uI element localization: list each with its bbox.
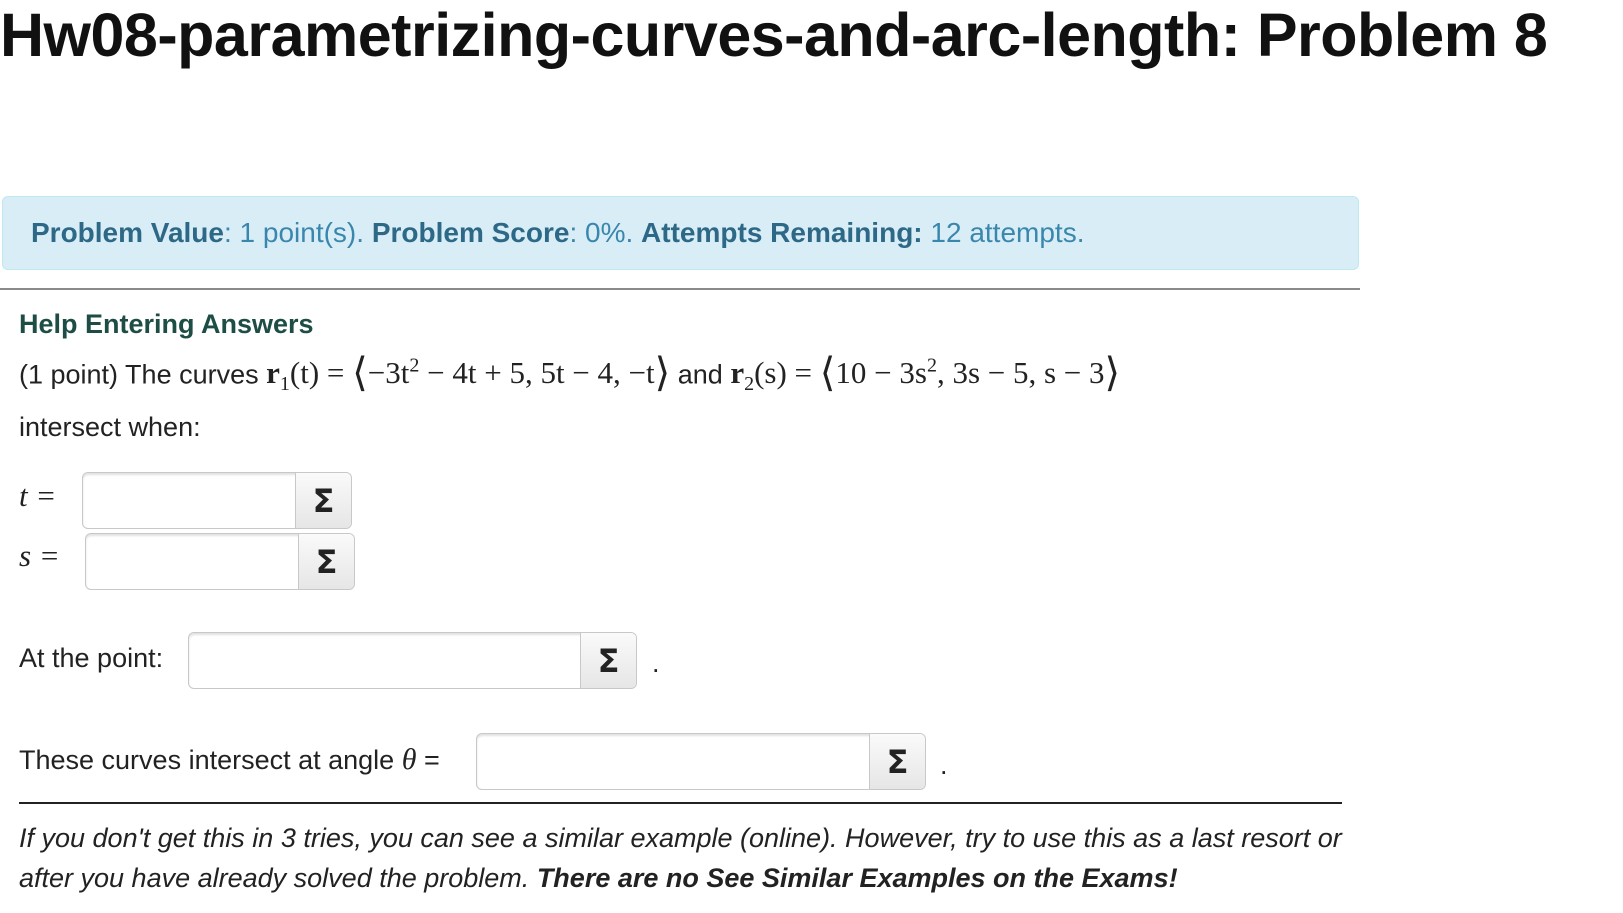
r2-right-angle: ⟩ (1104, 350, 1121, 396)
attempts-remaining-text: 12 attempts. (922, 217, 1085, 248)
angle-label: These curves intersect at angle θ = (19, 743, 440, 777)
r2-expression: r2(s) = ⟨10 − 3s2, 3s − 5, s − 3⟩ (730, 352, 1120, 396)
problem-page: Hw08-parametrizing-curves-and-arc-length… (0, 0, 1623, 913)
problem-score-text: : 0%. (569, 217, 642, 248)
r2-left-angle: ⟨ (819, 350, 836, 396)
problem-intro: (1 point) The curves (19, 359, 267, 390)
problem-status-alert: Problem Value: 1 point(s). Problem Score… (2, 196, 1359, 270)
r2-exponent: 2 (926, 355, 937, 377)
s-label: s = (19, 538, 60, 573)
t-label: t = (19, 478, 57, 513)
point-input[interactable] (189, 633, 580, 688)
point-period: . (652, 648, 660, 678)
angle-answer-box: Σ (476, 733, 926, 790)
s-input[interactable] (86, 534, 298, 589)
problem-value-text: : 1 point(s). (223, 217, 372, 248)
r1-name: r (266, 355, 280, 391)
r2-name: r (730, 355, 745, 391)
r1-exponent: 2 (409, 355, 420, 377)
r1-components-rest: − 4t + 5, 5t − 4, −t (419, 355, 655, 391)
attempts-remaining-label: Attempts Remaining: (641, 217, 923, 248)
angle-input[interactable] (477, 734, 869, 789)
t-input[interactable] (83, 473, 295, 528)
r1-left-angle: ⟨ (352, 350, 368, 396)
problem-conjunction: and (670, 359, 731, 390)
point-label: At the point: (19, 643, 164, 673)
problem-statement: (1 point) The curves r1(t) = ⟨−3t2 − 4t … (19, 345, 1339, 448)
r1-argument: (t) = (289, 355, 353, 391)
r1-subscript: 1 (279, 373, 290, 396)
r2-argument: (s) = (754, 355, 820, 391)
r2-component-a: 10 − 3s (835, 355, 927, 391)
r1-expression: r1(t) = ⟨−3t2 − 4t + 5, 5t − 4, −t⟩ (266, 352, 670, 396)
page-title: Hw08-parametrizing-curves-and-arc-length… (0, 1, 1548, 69)
angle-label-suffix: = (416, 745, 440, 775)
t-equation-editor-sigma-icon[interactable]: Σ (295, 473, 351, 528)
t-answer-box: Σ (82, 472, 352, 529)
footer-note: If you don't get this in 3 tries, you ca… (19, 818, 1359, 898)
r1-component-a: −3t (367, 355, 410, 391)
angle-period: . (940, 750, 948, 780)
angle-label-prefix: These curves intersect at angle (19, 745, 402, 775)
point-answer-box: Σ (188, 632, 637, 689)
r2-components-rest: , 3s − 5, s − 3 (936, 355, 1105, 391)
theta-symbol: θ (401, 743, 417, 776)
problem-score-label: Problem Score (371, 217, 570, 248)
problem-outro: intersect when: (19, 411, 201, 442)
help-entering-answers-link[interactable]: Help Entering Answers (19, 309, 314, 340)
s-equation-editor-sigma-icon[interactable]: Σ (298, 534, 354, 589)
s-answer-box: Σ (85, 533, 355, 590)
r1-right-angle: ⟩ (654, 350, 671, 396)
point-equation-editor-sigma-icon[interactable]: Σ (580, 633, 636, 688)
problem-value-label: Problem Value (31, 217, 224, 248)
r2-subscript: 2 (744, 373, 755, 396)
footer-divider (19, 802, 1342, 804)
angle-equation-editor-sigma-icon[interactable]: Σ (869, 734, 925, 789)
divider (0, 288, 1360, 290)
footer-bold-note: There are no See Similar Examples on the… (536, 863, 1178, 893)
